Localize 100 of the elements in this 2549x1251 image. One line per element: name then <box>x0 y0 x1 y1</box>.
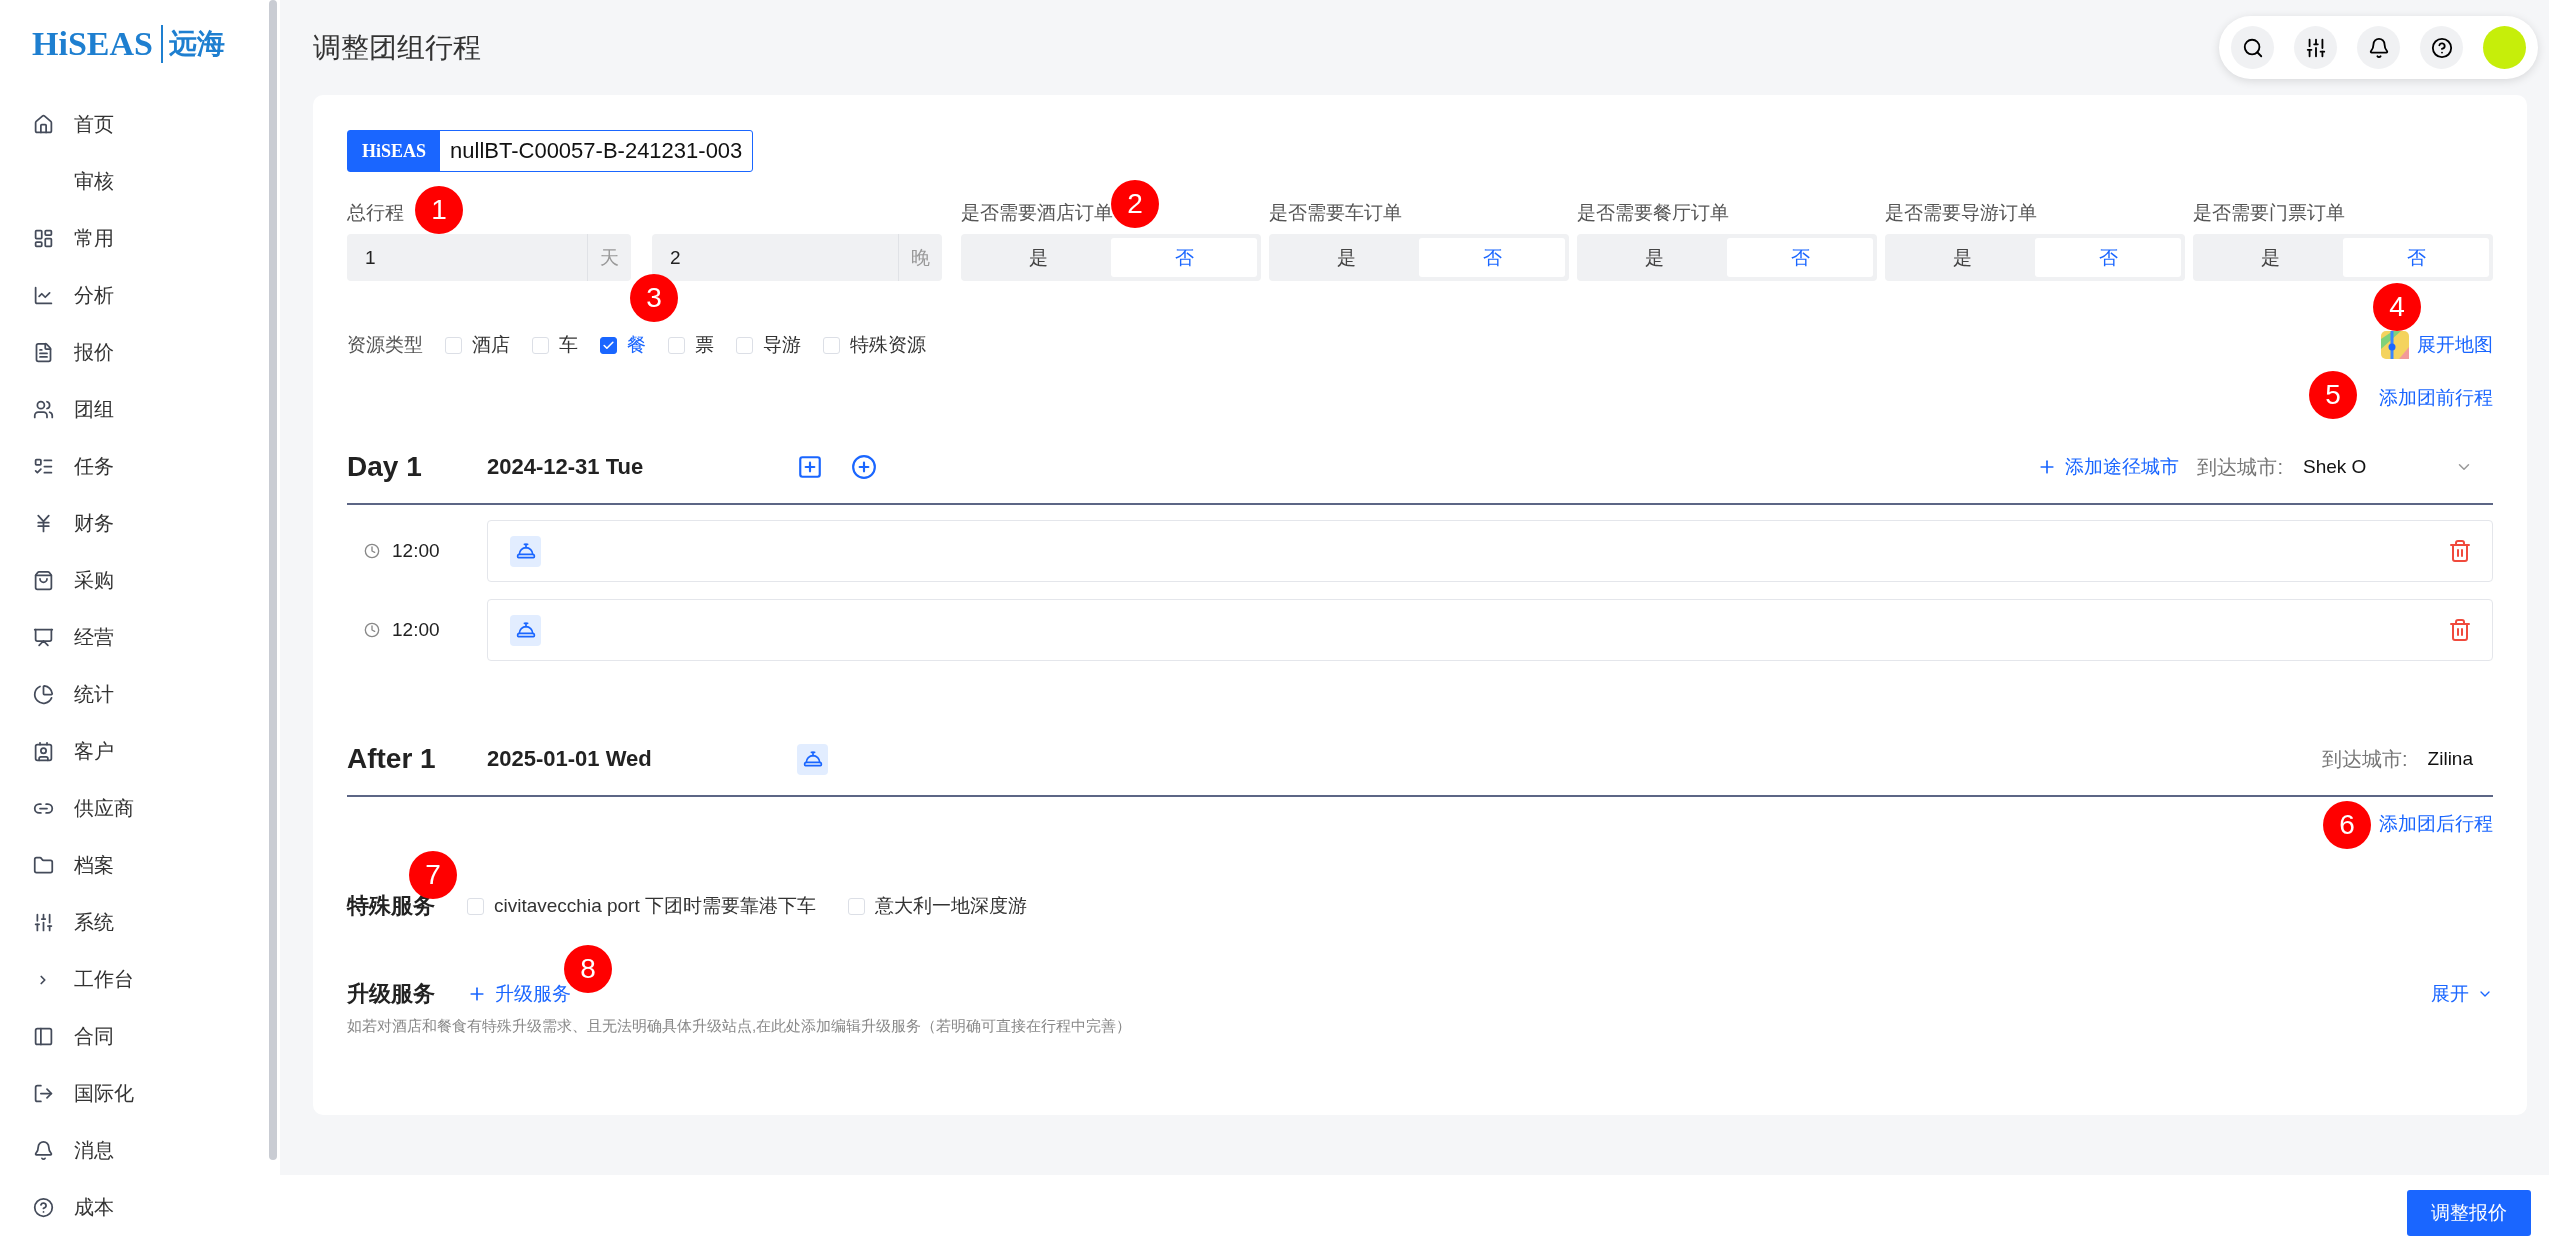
exit-icon <box>32 1083 54 1104</box>
sidebar-item[interactable]: 成本 <box>0 1179 280 1236</box>
grid-icon <box>32 228 54 249</box>
day-title: After 1 <box>347 743 437 775</box>
number-badge: 4 <box>2373 283 2421 331</box>
number-badge: 1 <box>415 186 463 234</box>
bell-icon[interactable] <box>2357 26 2400 69</box>
house-icon <box>32 114 54 135</box>
add-circle-icon[interactable] <box>851 454 877 480</box>
checkbox-label: 特殊资源 <box>850 333 926 357</box>
map-icon <box>2381 331 2409 359</box>
pie-chart-icon <box>32 684 54 705</box>
sidebar-item[interactable]: 合同 <box>0 1008 280 1065</box>
sidebar-item[interactable]: 系统 <box>0 894 280 951</box>
sidebar-item[interactable]: 采购 <box>0 552 280 609</box>
clock-icon <box>364 543 380 559</box>
delete-icon[interactable] <box>2448 539 2472 563</box>
unit-label: 天 <box>587 234 631 281</box>
segment-option[interactable]: 否 <box>1419 238 1565 277</box>
sidebar-item[interactable]: 财务 <box>0 495 280 552</box>
checkbox[interactable] <box>600 336 617 354</box>
field-label: 总行程 <box>347 201 404 225</box>
sidebar-item[interactable]: 消息 <box>0 1122 280 1179</box>
search-icon[interactable] <box>2231 26 2274 69</box>
sidebar-item[interactable]: 首页 <box>0 96 280 153</box>
city-select[interactable]: Shek O <box>2303 456 2493 478</box>
booking-code: nullBT-C00057-B-241231-003 <box>449 137 744 165</box>
page-title: 调整团组行程 <box>313 30 481 65</box>
brand-label: HiSEAS <box>348 131 441 171</box>
sliders-icon[interactable] <box>2294 26 2337 69</box>
time-text: 12:00 <box>392 619 440 641</box>
sidebar-item[interactable]: 工作台 <box>0 951 280 1008</box>
scrollbar[interactable] <box>269 0 277 1160</box>
nights-field[interactable]: 2 <box>652 234 898 281</box>
adjust-quote-button[interactable]: 调整报价 <box>2407 1190 2531 1236</box>
sidebar-item[interactable]: 团组 <box>0 381 280 438</box>
sidebar-item[interactable]: 分析 <box>0 267 280 324</box>
sidebar-item[interactable]: 统计 <box>0 666 280 723</box>
sidebar-item[interactable]: 供应商 <box>0 780 280 837</box>
field-label: 是否需要导游订单 <box>1885 201 2037 225</box>
logo-chinese-text: 远海 <box>160 25 225 63</box>
day-date: 2024-12-31 Tue <box>487 454 645 480</box>
sliders-icon <box>32 912 54 933</box>
field-label: 是否需要酒店订单 <box>961 201 1113 225</box>
add-square-icon[interactable] <box>797 454 823 480</box>
monitor-icon <box>32 627 54 648</box>
expand-map-link[interactable]: 展开地图 <box>2381 331 2493 359</box>
delete-icon[interactable] <box>2448 618 2472 642</box>
checkbox-label: civitavecchia port 下团时需要靠港下车 <box>494 894 816 918</box>
folder-icon <box>32 855 54 876</box>
clock-icon <box>364 622 380 638</box>
check-icon <box>602 338 615 352</box>
hint-text: 如若对酒店和餐食有特殊升级需求、且无法明确具体升级站点,在此处添加编辑升级服务（若明确可直接在行程中完善） <box>347 1017 1133 1036</box>
segment-option[interactable]: 是 <box>965 238 1111 277</box>
add-pre-trip-link[interactable]: 添加团前行程 <box>2379 385 2493 411</box>
sidebar-item[interactable]: 档案 <box>0 837 280 894</box>
meal-icon <box>510 614 541 646</box>
segment-option[interactable]: 是 <box>2197 238 2343 277</box>
checkbox-label: 导游 <box>763 333 801 357</box>
expand-link[interactable]: 展开 <box>2431 981 2493 1007</box>
segment-option[interactable]: 是 <box>1581 238 1727 277</box>
checkbox-label: 票 <box>695 333 714 357</box>
panel-icon <box>32 1026 54 1047</box>
segment-option[interactable]: 否 <box>1111 238 1257 277</box>
segment-option[interactable]: 否 <box>2035 238 2181 277</box>
sidebar-item[interactable]: 国际化 <box>0 1065 280 1122</box>
meal-icon <box>510 535 541 567</box>
field-label: 是否需要门票订单 <box>2193 201 2345 225</box>
help-icon <box>32 1197 54 1218</box>
contact-card-icon <box>32 741 54 762</box>
number-badge: 2 <box>1111 180 1159 228</box>
checkbox-label: 餐 <box>627 333 646 357</box>
segment-option[interactable]: 是 <box>1273 238 1419 277</box>
segment-option[interactable]: 否 <box>1727 238 1873 277</box>
section-title: 升级服务 <box>347 980 435 1008</box>
sidebar-item[interactable]: 客户 <box>0 723 280 780</box>
sidebar-item[interactable]: 审核 <box>0 153 280 210</box>
checkbox-label: 车 <box>559 333 578 357</box>
chart-icon <box>32 285 54 306</box>
field-label: 资源类型 <box>347 333 423 357</box>
meal-icon <box>797 743 828 775</box>
help-icon[interactable] <box>2420 26 2463 69</box>
number-badge: 5 <box>2309 371 2357 419</box>
checkbox-label: 意大利一地深度游 <box>875 894 1027 918</box>
avatar[interactable] <box>2483 26 2526 69</box>
add-post-trip-link[interactable]: 添加团后行程 <box>2379 811 2493 837</box>
logo-text: HiSEAS <box>32 25 153 63</box>
arrival-label: 到达城市: <box>2197 454 2283 480</box>
add-city-link[interactable]: 添加途径城市 <box>2037 454 2180 480</box>
people-icon <box>32 399 54 420</box>
sidebar-item[interactable]: 任务 <box>0 438 280 495</box>
sidebar-item[interactable]: 报价 <box>0 324 280 381</box>
sidebar-item[interactable]: 经营 <box>0 609 280 666</box>
checkbox-label: 酒店 <box>472 333 510 357</box>
segment-option[interactable]: 是 <box>1889 238 2035 277</box>
sidebar-item[interactable]: 常用 <box>0 210 280 267</box>
time-text: 12:00 <box>392 540 440 562</box>
days-field[interactable]: 1 <box>347 234 587 281</box>
arrival-label: 到达城市: <box>2322 746 2408 772</box>
segment-option[interactable]: 否 <box>2343 238 2489 277</box>
